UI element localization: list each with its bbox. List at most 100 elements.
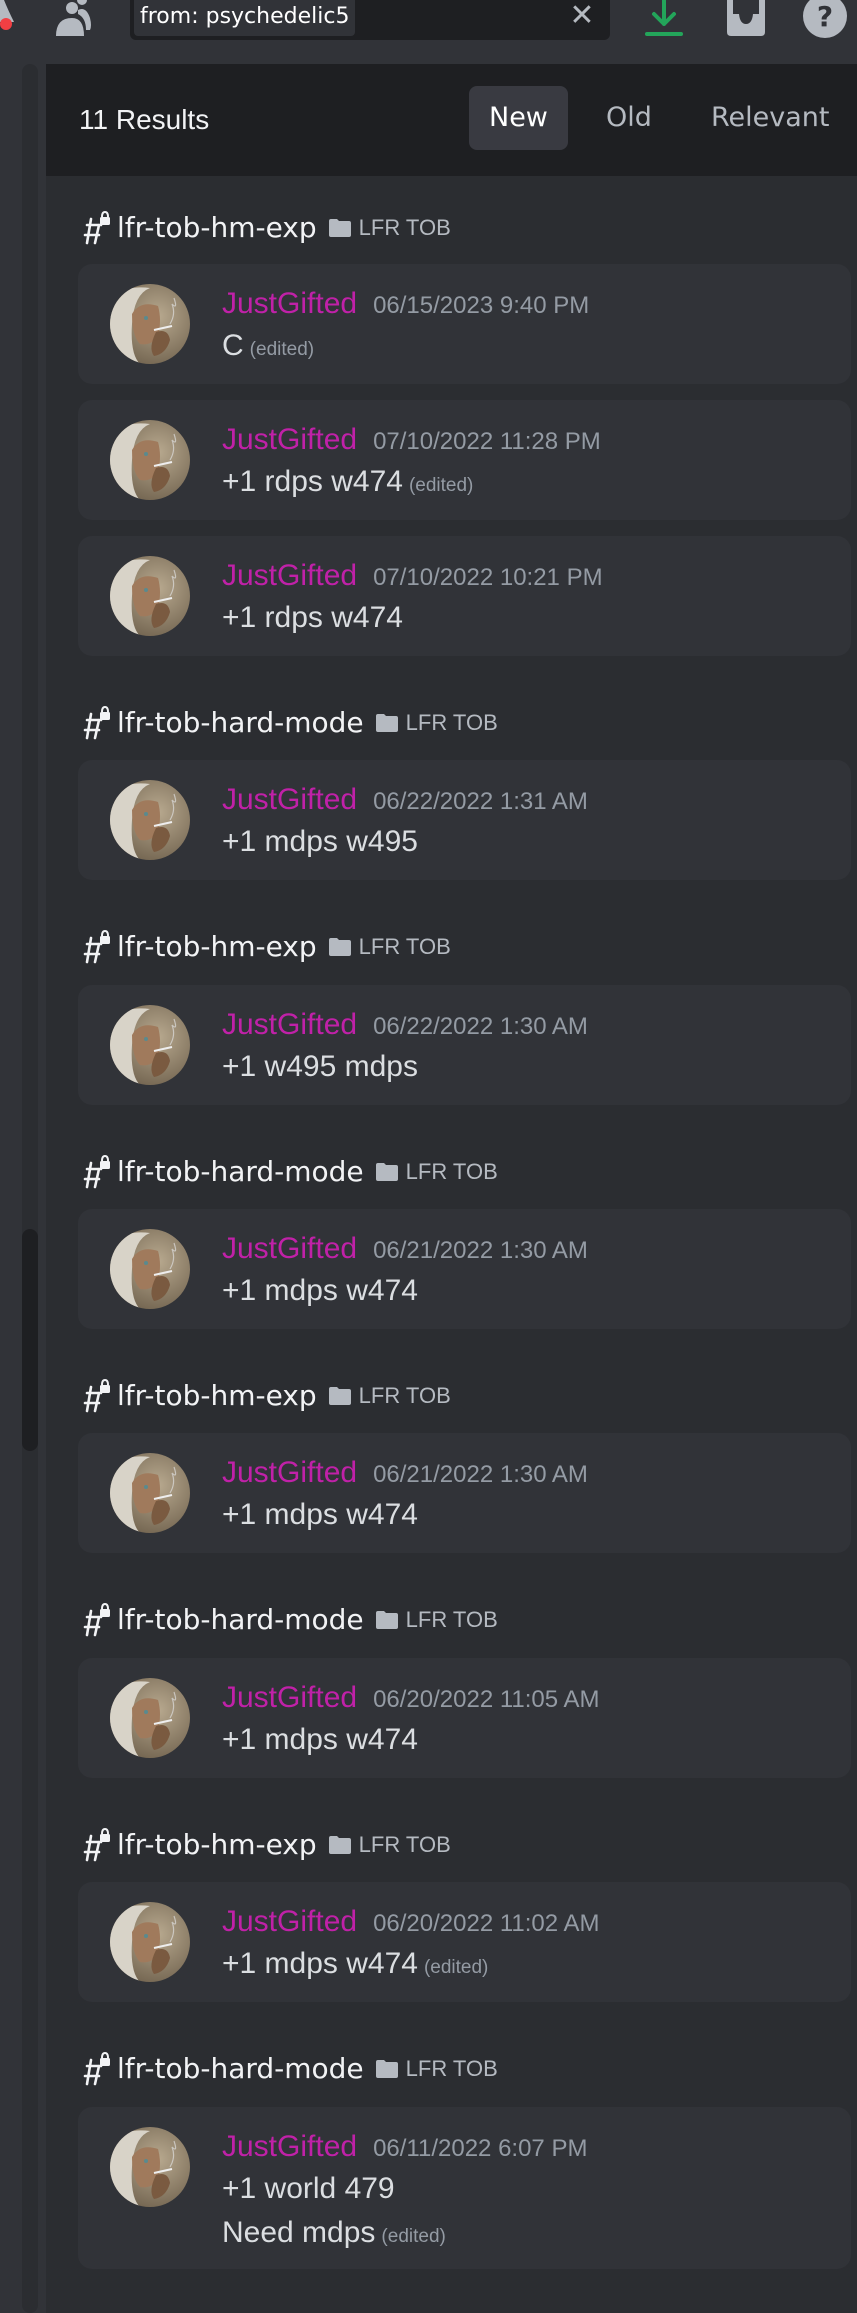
message-content: Need mdps (edited) — [222, 2211, 831, 2259]
category-name: LFR TOB — [405, 710, 498, 735]
message-text: +1 w495 mdps — [222, 1050, 418, 1083]
help-icon[interactable]: ? — [803, 0, 847, 38]
message-content: +1 mdps w495 — [222, 820, 831, 864]
search-input[interactable]: from: psychedelic5 ✕ — [130, 0, 610, 40]
message-text: +1 mdps w474 — [222, 1274, 418, 1307]
avatar[interactable] — [110, 1678, 190, 1758]
message-meta: JustGifted 06/11/2022 6:07 PM — [222, 2127, 831, 2167]
avatar[interactable] — [110, 1902, 190, 1982]
message-meta: JustGifted 06/21/2022 1:30 AM — [222, 1453, 831, 1493]
timestamp: 06/22/2022 1:30 AM — [373, 1013, 588, 1040]
channel-name[interactable]: lfr-tob-hard-mode — [117, 1602, 364, 1638]
clear-search-icon[interactable]: ✕ — [568, 0, 596, 34]
scrollbar-track[interactable] — [22, 64, 38, 2313]
folder-icon — [328, 1387, 351, 1405]
channel-header[interactable]: lfr-tob-hard-mode LFR TOB — [79, 703, 498, 743]
channel-header[interactable]: lfr-tob-hm-exp LFR TOB — [79, 1825, 451, 1865]
folder-icon — [375, 2060, 398, 2078]
author-name[interactable]: JustGifted — [222, 2127, 357, 2167]
author-name[interactable]: JustGifted — [222, 1902, 357, 1942]
avatar[interactable] — [110, 284, 190, 364]
avatar[interactable] — [110, 1229, 190, 1309]
timestamp: 07/10/2022 11:28 PM — [373, 428, 601, 455]
folder-icon — [328, 1836, 351, 1854]
message-content: +1 world 479 — [222, 2167, 831, 2211]
message-text: C — [222, 329, 244, 362]
message-meta: JustGifted 06/20/2022 11:05 AM — [222, 1678, 831, 1718]
private-channel-icon — [83, 706, 110, 740]
message-content: +1 mdps w474 — [222, 1493, 831, 1537]
message-body: JustGifted 07/10/2022 11:28 PM +1 rdps w47… — [222, 420, 831, 508]
channel-header[interactable]: lfr-tob-hard-mode LFR TOB — [79, 1152, 498, 1192]
results-count: 11 Results — [79, 104, 210, 135]
author-name[interactable]: JustGifted — [222, 1453, 357, 1493]
message-content: +1 mdps w474 (edited) — [222, 1942, 831, 1990]
category-name: LFR TOB — [405, 1159, 498, 1184]
private-channel-icon — [83, 1379, 110, 1413]
search-result-message[interactable]: JustGifted 06/20/2022 11:02 AM +1 mdps w47… — [78, 1882, 851, 2002]
author-name[interactable]: JustGifted — [222, 780, 357, 820]
search-result-message[interactable]: JustGifted 06/22/2022 1:31 AM +1 mdps w495 — [78, 760, 851, 880]
sort-new-button[interactable]: New — [469, 86, 568, 150]
channel-name[interactable]: lfr-tob-hard-mode — [117, 2051, 364, 2087]
message-meta: JustGifted 06/15/2023 9:40 PM — [222, 284, 831, 324]
search-query-token[interactable]: from: psychedelic5 — [134, 0, 356, 36]
channel-name[interactable]: lfr-tob-hard-mode — [117, 1154, 364, 1190]
message-text: +1 rdps w474 — [222, 465, 403, 498]
search-result-message[interactable]: JustGifted 06/20/2022 11:05 AM +1 mdps w47… — [78, 1658, 851, 1778]
search-result-message[interactable]: JustGifted 07/10/2022 11:28 PM +1 rdps w47… — [78, 400, 851, 520]
message-body: JustGifted 06/22/2022 1:31 AM +1 mdps w495 — [222, 780, 831, 864]
scrollbar-thumb[interactable] — [22, 1229, 38, 1451]
author-name[interactable]: JustGifted — [222, 1005, 357, 1045]
message-content: +1 mdps w474 — [222, 1269, 831, 1313]
avatar[interactable] — [110, 1453, 190, 1533]
edited-label: (edited) — [381, 2226, 446, 2247]
avatar[interactable] — [110, 420, 190, 500]
channel-name[interactable]: lfr-tob-hm-exp — [117, 1827, 317, 1863]
message-meta: JustGifted 06/22/2022 1:30 AM — [222, 1005, 831, 1045]
inbox-icon[interactable] — [725, 0, 767, 36]
channel-name[interactable]: lfr-tob-hard-mode — [117, 705, 364, 741]
author-name[interactable]: JustGifted — [222, 1678, 357, 1718]
search-result-message[interactable]: JustGifted 06/21/2022 1:30 AM +1 mdps w474 — [78, 1209, 851, 1329]
channel-header[interactable]: lfr-tob-hm-exp LFR TOB — [79, 927, 451, 967]
search-result-message[interactable]: JustGifted 06/22/2022 1:30 AM +1 w495 mdps — [78, 985, 851, 1105]
download-icon[interactable] — [643, 0, 685, 38]
sort-relevant-button[interactable]: Relevant — [691, 86, 850, 150]
avatar[interactable] — [110, 556, 190, 636]
avatar[interactable] — [110, 2127, 190, 2207]
author-name[interactable]: JustGifted — [222, 420, 357, 460]
search-result-message[interactable]: JustGifted 06/21/2022 1:30 AM +1 mdps w474 — [78, 1433, 851, 1553]
folder-icon — [375, 1611, 398, 1629]
search-result-message[interactable]: JustGifted 06/15/2023 9:40 PM C (edited) — [78, 264, 851, 384]
author-name[interactable]: JustGifted — [222, 284, 357, 324]
message-body: JustGifted 06/22/2022 1:30 AM +1 w495 mdps — [222, 1005, 831, 1089]
timestamp: 06/21/2022 1:30 AM — [373, 1237, 588, 1264]
category-name: LFR TOB — [405, 2056, 498, 2081]
folder-icon — [328, 938, 351, 956]
message-text: +1 mdps w495 — [222, 825, 418, 858]
search-result-message[interactable]: JustGifted 07/10/2022 10:21 PM +1 rdps w47… — [78, 536, 851, 656]
channel-header[interactable]: lfr-tob-hm-exp LFR TOB — [79, 208, 451, 248]
svg-text:?: ? — [817, 0, 833, 33]
sort-old-button[interactable]: Old — [586, 86, 672, 150]
members-icon[interactable] — [52, 0, 94, 36]
timestamp: 06/20/2022 11:05 AM — [373, 1686, 600, 1713]
channel-header[interactable]: lfr-tob-hard-mode LFR TOB — [79, 1600, 498, 1640]
avatar[interactable] — [110, 1005, 190, 1085]
message-text: +1 mdps w474 — [222, 1947, 418, 1980]
message-meta: JustGifted 06/21/2022 1:30 AM — [222, 1229, 831, 1269]
channel-name[interactable]: lfr-tob-hm-exp — [117, 210, 317, 246]
timestamp: 07/10/2022 10:21 PM — [373, 564, 603, 591]
avatar[interactable] — [110, 780, 190, 860]
author-name[interactable]: JustGifted — [222, 1229, 357, 1269]
channel-name[interactable]: lfr-tob-hm-exp — [117, 929, 317, 965]
category-name: LFR TOB — [358, 1832, 451, 1857]
message-content: C (edited) — [222, 324, 831, 372]
search-result-message[interactable]: JustGifted 06/11/2022 6:07 PM +1 world 479… — [78, 2107, 851, 2269]
channel-header[interactable]: lfr-tob-hard-mode LFR TOB — [79, 2049, 498, 2089]
channel-header[interactable]: lfr-tob-hm-exp LFR TOB — [79, 1376, 451, 1416]
author-name[interactable]: JustGifted — [222, 556, 357, 596]
message-body: JustGifted 06/21/2022 1:30 AM +1 mdps w474 — [222, 1453, 831, 1537]
channel-name[interactable]: lfr-tob-hm-exp — [117, 1378, 317, 1414]
